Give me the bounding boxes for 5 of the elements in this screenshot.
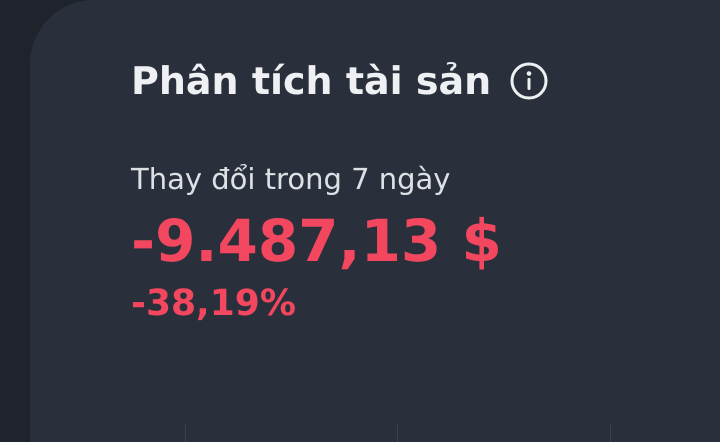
change-percent: -38,19% [131, 282, 297, 326]
change-amount: -9.487,13 $ [131, 206, 503, 276]
info-icon[interactable] [509, 61, 550, 101]
card-title: Phân tích tài sản [131, 58, 492, 104]
change-label: Thay đổi trong 7 ngày [131, 162, 452, 196]
